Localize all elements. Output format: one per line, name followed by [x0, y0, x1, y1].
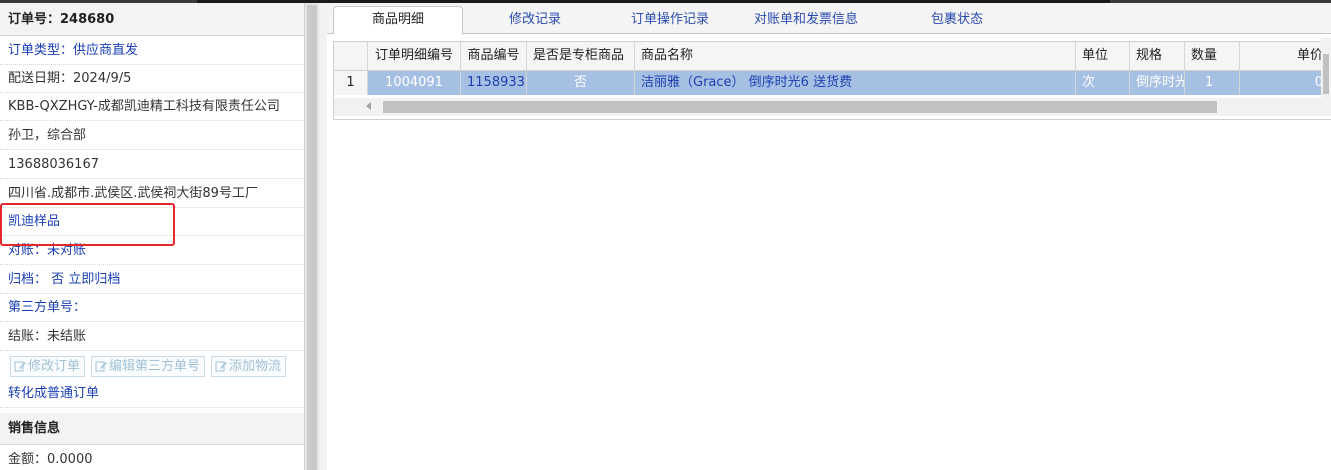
archive-label: 归档： [8, 272, 48, 287]
splitter-thumb[interactable] [307, 5, 317, 470]
tab-package-status[interactable]: 包裹状态 [897, 7, 1017, 33]
phone-number: 13688036167 [0, 151, 304, 179]
cell-spec: 倒序时光 [1130, 71, 1185, 95]
row-number: 1 [334, 71, 368, 95]
cell-price: 0 [1240, 71, 1330, 95]
archive-row: 归档： 否 立即归档 [0, 266, 304, 294]
col-header-unit[interactable]: 单位 [1076, 42, 1130, 70]
edit-icon [215, 361, 228, 372]
panel-gap [319, 3, 327, 470]
add-logistics-label: 添加物流 [229, 358, 282, 374]
edit-order-label: 修改订单 [28, 358, 81, 374]
cell-product-no-link[interactable]: 1158933 [461, 71, 527, 95]
header-row-number [334, 42, 368, 70]
archive-value: 否 [51, 272, 65, 287]
col-header-counter[interactable]: 是否是专柜商品 [527, 42, 635, 70]
tab-bar: 商品明细 修改记录 订单操作记录 对账单和发票信息 包裹状态 [327, 3, 1331, 35]
col-header-qty[interactable]: 数量 [1185, 42, 1240, 70]
tab-change-log[interactable]: 修改记录 [475, 7, 595, 33]
add-logistics-button[interactable]: 添加物流 [211, 355, 287, 377]
edit-icon [95, 361, 108, 372]
sales-info-header: 销售信息 [0, 413, 304, 445]
settlement-status: 结账：未结账 [0, 323, 304, 351]
col-header-product-no[interactable]: 商品编号 [461, 42, 527, 70]
product-grid: 订单明细编号 商品编号 是否是专柜商品 商品名称 单位 规格 数量 单价 1 1… [333, 41, 1331, 120]
horizontal-scrollbar[interactable] [334, 98, 1331, 116]
archive-now-link[interactable]: 立即归档 [68, 272, 120, 287]
col-header-detail-no[interactable]: 订单明细编号 [368, 42, 461, 70]
tab-statement-invoice[interactable]: 对账单和发票信息 [740, 7, 872, 33]
edit-third-party-label: 编辑第三方单号 [109, 358, 201, 374]
cell-detail-no: 1004091 [368, 71, 461, 95]
vertical-scrollbar-thumb[interactable] [1323, 54, 1329, 94]
edit-order-button[interactable]: 修改订单 [10, 355, 86, 377]
detail-panel: 商品明细 修改记录 订单操作记录 对账单和发票信息 包裹状态 订单明细编号 商品… [327, 3, 1331, 470]
company-name: KBB-QXZHGY-成都凯迪精工科技有限责任公司 [0, 93, 304, 121]
edit-third-party-button[interactable]: 编辑第三方单号 [91, 355, 206, 377]
remark-highlight-box [0, 203, 175, 246]
col-header-spec[interactable]: 规格 [1130, 42, 1185, 70]
convert-normal-order-link[interactable]: 转化成普通订单 [0, 380, 304, 408]
order-type: 订单类型：供应商直发 [0, 37, 304, 65]
tab-product-detail[interactable]: 商品明细 [333, 6, 463, 35]
edit-icon [14, 361, 26, 372]
grid-header: 订单明细编号 商品编号 是否是专柜商品 商品名称 单位 规格 数量 单价 [334, 42, 1331, 71]
action-buttons: 修改订单 编辑第三方单号 添加物流 [0, 352, 304, 380]
cell-qty: 1 [1185, 71, 1240, 95]
grid-vertical-scrollbar[interactable] [1321, 38, 1331, 115]
cell-counter: 否 [527, 71, 635, 95]
scroll-left-arrow-icon[interactable] [366, 102, 371, 110]
scrollbar-thumb[interactable] [383, 101, 1217, 113]
tab-operation-log[interactable]: 订单操作记录 [610, 7, 730, 33]
col-header-product-name[interactable]: 商品名称 [635, 42, 1076, 70]
cell-product-name-link[interactable]: 洁丽雅（Grace） 倒序时光6 送货费 [635, 71, 1076, 95]
contact-person: 孙卫，综合部 [0, 122, 304, 150]
amount: 金额：0.0000 [8, 452, 93, 467]
third-party-number: 第三方单号： [0, 294, 304, 322]
panel-splitter[interactable] [305, 3, 319, 470]
col-header-price[interactable]: 单价 [1240, 42, 1330, 70]
table-row[interactable]: 1 1004091 1158933 否 洁丽雅（Grace） 倒序时光6 送货费… [334, 71, 1331, 95]
order-title: 订单号：248680 [0, 3, 304, 36]
delivery-date: 配送日期：2024/9/5 [0, 65, 304, 93]
cell-unit: 次 [1076, 71, 1130, 95]
